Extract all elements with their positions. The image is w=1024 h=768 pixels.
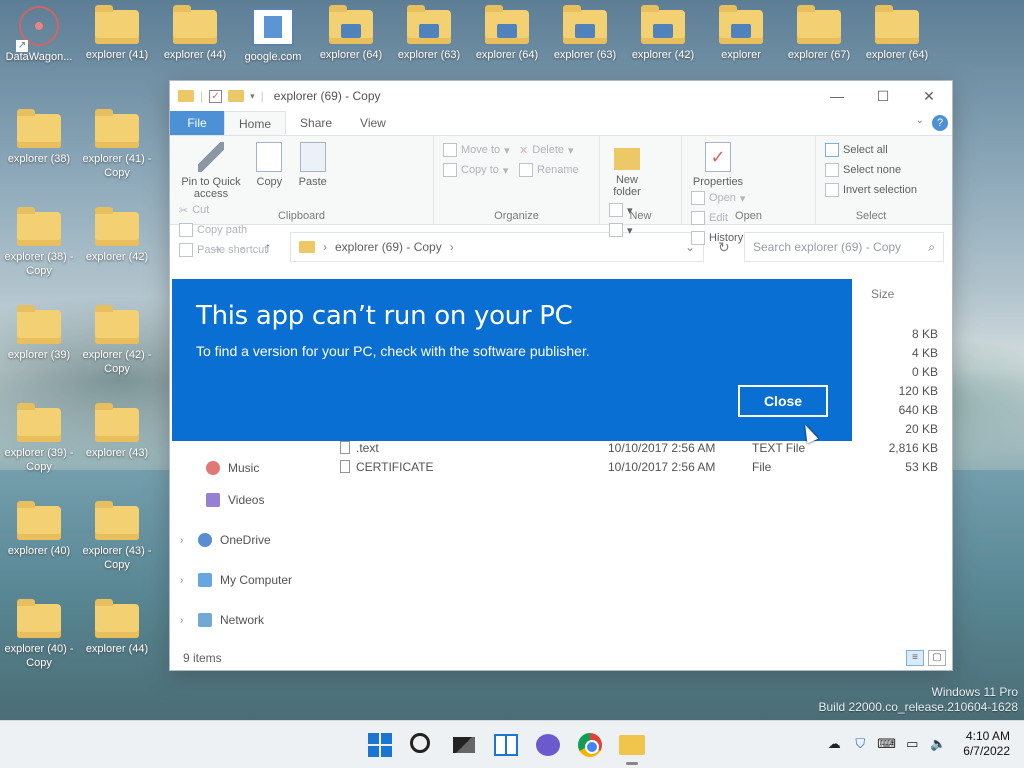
security-shield-icon[interactable]: ⛉ bbox=[851, 736, 869, 752]
search-taskbar-button[interactable] bbox=[408, 731, 436, 759]
volume-icon[interactable]: 🔈 bbox=[929, 736, 947, 752]
file-explorer-icon bbox=[619, 735, 645, 755]
chrome-icon bbox=[578, 733, 602, 757]
clock[interactable]: 4:10 AM 6/7/2022 bbox=[963, 729, 1010, 759]
chrome-button[interactable] bbox=[576, 731, 604, 759]
watermark-edition: Windows 11 Pro bbox=[931, 685, 1018, 699]
taskbar-apps bbox=[366, 731, 646, 759]
dialog-message: To find a version for your PC, check wit… bbox=[196, 343, 590, 359]
system-tray: ☁ ⛉ ⌨ ▭ 🔈 4:10 AM 6/7/2022 bbox=[825, 729, 1010, 759]
search-icon bbox=[410, 733, 430, 753]
task-view-icon bbox=[453, 737, 475, 753]
task-view-button[interactable] bbox=[450, 731, 478, 759]
chat-icon bbox=[536, 734, 560, 756]
clock-date: 6/7/2022 bbox=[963, 744, 1010, 758]
widgets-icon bbox=[494, 734, 518, 756]
close-button[interactable]: Close bbox=[738, 385, 828, 417]
onedrive-offline-icon[interactable]: ☁ bbox=[825, 736, 843, 752]
widgets-button[interactable] bbox=[492, 731, 520, 759]
dialog-title: This app can’t run on your PC bbox=[196, 301, 573, 331]
chat-button[interactable] bbox=[534, 731, 562, 759]
error-dialog: This app can’t run on your PC To find a … bbox=[172, 279, 852, 441]
network-icon[interactable]: ▭ bbox=[903, 736, 921, 752]
watermark-build: Build 22000.co_release.210604-1628 bbox=[818, 700, 1019, 714]
taskbar: ☁ ⛉ ⌨ ▭ 🔈 4:10 AM 6/7/2022 bbox=[0, 720, 1024, 768]
os-watermark: Windows 11 Pro Build 22000.co_release.21… bbox=[819, 685, 1019, 715]
keyboard-icon[interactable]: ⌨ bbox=[877, 736, 896, 752]
clock-time: 4:10 AM bbox=[965, 729, 1010, 743]
file-explorer-button[interactable] bbox=[618, 731, 646, 759]
start-icon[interactable] bbox=[366, 731, 394, 759]
